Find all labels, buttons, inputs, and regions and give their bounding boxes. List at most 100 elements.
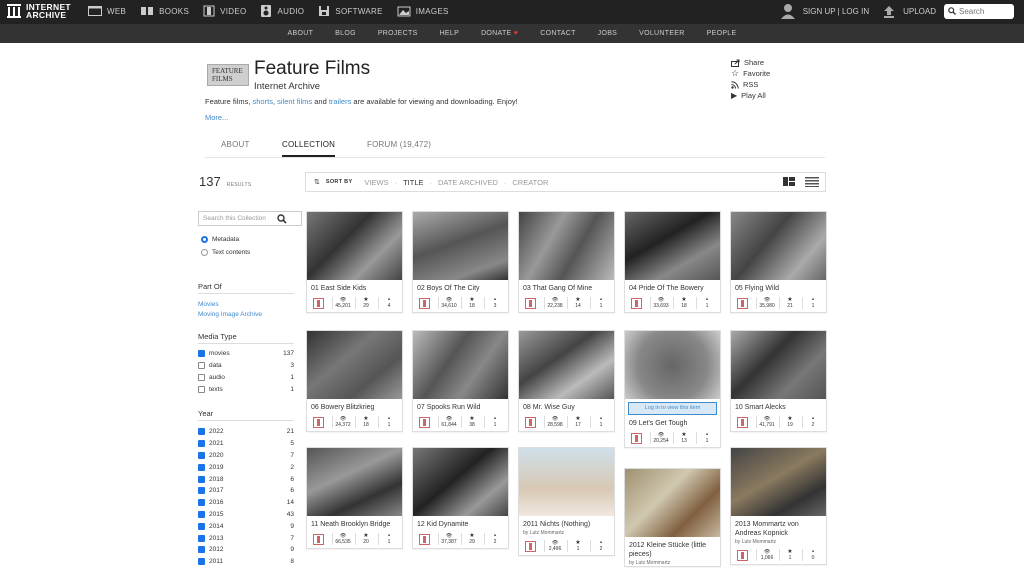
- result-tile[interactable]: 2013 Mommartz von Andreas Kopnick by Lutz…: [730, 447, 827, 565]
- tile-title[interactable]: 10 Smart Alecks: [731, 399, 826, 412]
- checkbox[interactable]: [198, 451, 205, 459]
- checkbox[interactable]: [198, 510, 205, 518]
- facet-audio[interactable]: audio 1: [198, 372, 294, 384]
- result-tile[interactable]: 05 Flying Wild 👁 35,980 ★ 21 ▪ 1: [730, 211, 827, 313]
- part-of-moving-image-link[interactable]: Moving Image Archive: [198, 310, 262, 320]
- result-tile[interactable]: 03 That Gang Of Mine 👁 22,238 ★ 14 ▪ 1: [518, 211, 615, 313]
- checkbox[interactable]: [198, 546, 205, 554]
- sort-title[interactable]: TITLE: [403, 178, 423, 187]
- facet-year[interactable]: 2019 2: [198, 461, 294, 473]
- result-tile[interactable]: 07 Spooks Run Wild 👁 61,844 ★ 38 ▪ 1: [412, 330, 509, 432]
- radio-unselected[interactable]: [201, 249, 208, 256]
- result-tile[interactable]: 04 Pride Of The Bowery 👁 33,693 ★ 18 ▪ 1: [624, 211, 721, 313]
- rss-action[interactable]: RSS: [731, 79, 770, 90]
- checkbox[interactable]: [198, 385, 205, 393]
- facet-year[interactable]: 2022 21: [198, 426, 294, 438]
- nav-audio[interactable]: AUDIO: [260, 4, 304, 18]
- checkbox[interactable]: [198, 440, 205, 448]
- facet-year[interactable]: 2016 14: [198, 497, 294, 509]
- tile-title[interactable]: 02 Boys Of The City: [413, 280, 508, 293]
- checkbox[interactable]: [198, 373, 205, 381]
- checkbox[interactable]: [198, 362, 205, 370]
- tile-title[interactable]: 2012 Kleine Stücke (little pieces): [625, 537, 720, 559]
- film-thumbnail[interactable]: [307, 448, 402, 516]
- subnav-people[interactable]: PEOPLE: [707, 30, 737, 37]
- internet-archive-logo[interactable]: INTERNET ARCHIVE: [6, 3, 71, 19]
- subnav-volunteer[interactable]: VOLUNTEER: [639, 30, 685, 37]
- film-thumbnail[interactable]: [519, 448, 614, 516]
- film-thumbnail[interactable]: [625, 469, 720, 537]
- subnav-jobs[interactable]: JOBS: [598, 30, 617, 37]
- result-tile[interactable]: 06 Bowery Blitzkrieg 👁 24,372 ★ 18 ▪ 1: [306, 330, 403, 432]
- shorts-link[interactable]: shorts: [253, 97, 273, 106]
- tile-title[interactable]: 07 Spooks Run Wild: [413, 399, 508, 412]
- sort-views[interactable]: VIEWS: [364, 178, 388, 187]
- tile-title[interactable]: 06 Bowery Blitzkrieg: [307, 399, 402, 412]
- result-tile[interactable]: 2011 Nichts (Nothing) by Lutz Mommartz 👁 2,…: [518, 447, 615, 556]
- nav-books[interactable]: BOOKS: [140, 6, 189, 16]
- result-tile[interactable]: Log in to view this item 09 Let's Get Tou…: [624, 330, 721, 448]
- tile-title[interactable]: 04 Pride Of The Bowery: [625, 280, 720, 293]
- checkbox[interactable]: [198, 499, 205, 507]
- sort-creator[interactable]: CREATOR: [512, 178, 548, 187]
- silent-films-link[interactable]: silent films: [277, 97, 312, 106]
- collection-search-input[interactable]: Search this Collection: [198, 211, 302, 226]
- tile-title[interactable]: 12 Kid Dynamite: [413, 516, 508, 529]
- more-link[interactable]: More...: [205, 113, 228, 122]
- film-thumbnail[interactable]: [731, 212, 826, 280]
- radio-selected[interactable]: [201, 236, 208, 243]
- result-tile[interactable]: 10 Smart Alecks 👁 41,791 ★ 19 ▪ 2: [730, 330, 827, 432]
- nav-images[interactable]: IMAGES: [397, 5, 449, 17]
- tile-title[interactable]: 2011 Nichts (Nothing): [519, 516, 614, 529]
- user-icon[interactable]: [780, 3, 795, 19]
- tile-title[interactable]: 05 Flying Wild: [731, 280, 826, 293]
- film-thumbnail[interactable]: [413, 212, 508, 280]
- film-thumbnail[interactable]: [625, 212, 720, 280]
- subnav-about[interactable]: ABOUT: [288, 30, 314, 37]
- checkbox[interactable]: [198, 475, 205, 483]
- result-tile[interactable]: 11 Neath Brooklyn Bridge 👁 66,535 ★ 20 ▪ 1: [306, 447, 403, 549]
- film-thumbnail[interactable]: [519, 331, 614, 399]
- trailers-link[interactable]: trailers: [329, 97, 352, 106]
- facet-year[interactable]: 2011 8: [198, 556, 294, 568]
- tile-creator[interactable]: by Lutz Mommartz: [731, 538, 826, 545]
- checkbox[interactable]: [198, 463, 205, 471]
- favorite-action[interactable]: ☆ Favorite: [731, 68, 770, 79]
- film-thumbnail[interactable]: [307, 212, 402, 280]
- tile-title[interactable]: 08 Mr. Wise Guy: [519, 399, 614, 412]
- facet-movies[interactable]: movies 137: [198, 348, 294, 360]
- facet-year[interactable]: 2021 5: [198, 438, 294, 450]
- facet-year[interactable]: 2020 7: [198, 450, 294, 462]
- signup-login-link[interactable]: SIGN UP | LOG IN: [803, 7, 869, 16]
- facet-year[interactable]: 2014 9: [198, 520, 294, 532]
- tile-view-icon[interactable]: [783, 177, 795, 187]
- nav-video[interactable]: VIDEO: [203, 5, 246, 17]
- checkbox[interactable]: [198, 534, 205, 542]
- sort-date-archived[interactable]: DATE ARCHIVED: [438, 178, 498, 187]
- search-icon[interactable]: [277, 213, 287, 224]
- checkbox[interactable]: [198, 350, 205, 358]
- result-tile[interactable]: 01 East Side Kids 👁 45,201 ★ 29 ▪ 4: [306, 211, 403, 313]
- tile-title[interactable]: 2013 Mommartz von Andreas Kopnick: [731, 516, 826, 538]
- result-tile[interactable]: 12 Kid Dynamite 👁 37,387 ★ 29 ▪ 2: [412, 447, 509, 549]
- checkbox[interactable]: [198, 428, 205, 436]
- checkbox[interactable]: [198, 522, 205, 530]
- checkbox[interactable]: [198, 487, 205, 495]
- facet-year[interactable]: 2013 7: [198, 532, 294, 544]
- top-search-box[interactable]: [944, 3, 1014, 19]
- subnav-projects[interactable]: PROJECTS: [378, 30, 418, 37]
- facet-year[interactable]: 2015 43: [198, 509, 294, 521]
- play-all-action[interactable]: ▶ Play All: [731, 90, 770, 101]
- film-thumbnail[interactable]: [625, 331, 720, 399]
- login-to-view-button[interactable]: Log in to view this item: [628, 402, 717, 415]
- result-tile[interactable]: 08 Mr. Wise Guy 👁 28,598 ★ 17 ▪ 1: [518, 330, 615, 432]
- tile-title[interactable]: 01 East Side Kids: [307, 280, 402, 293]
- tile-title[interactable]: 03 That Gang Of Mine: [519, 280, 614, 293]
- result-tile[interactable]: 02 Boys Of The City 👁 34,610 ★ 18 ▪ 3: [412, 211, 509, 313]
- result-tile[interactable]: 2012 Kleine Stücke (little pieces) by Lut…: [624, 468, 721, 567]
- tile-title[interactable]: 11 Neath Brooklyn Bridge: [307, 516, 402, 529]
- tab-forum[interactable]: FORUM (19,472): [367, 140, 431, 149]
- scope-text-contents[interactable]: Text contents: [201, 246, 250, 259]
- film-thumbnail[interactable]: [413, 331, 508, 399]
- film-thumbnail[interactable]: [731, 448, 826, 516]
